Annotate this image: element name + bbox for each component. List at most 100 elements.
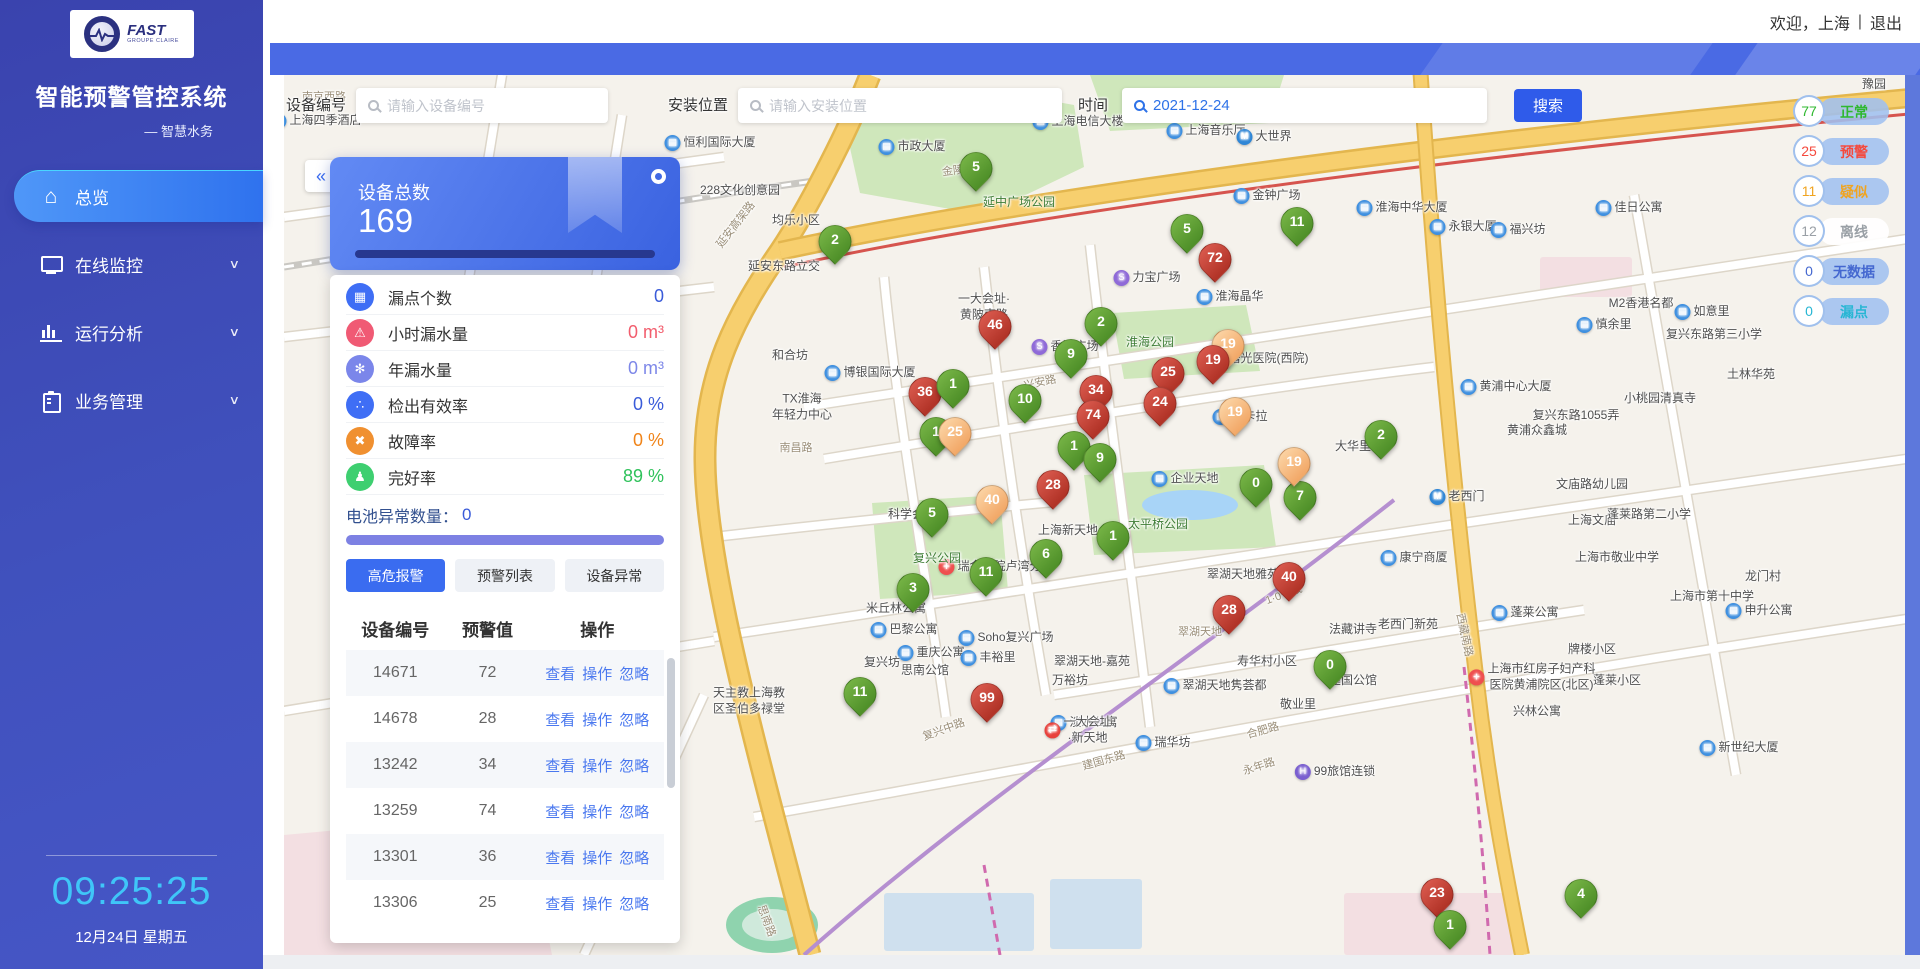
- logout-link[interactable]: 退出: [1870, 10, 1902, 34]
- action-link-忽略[interactable]: 忽略: [619, 709, 649, 730]
- map-marker-pin[interactable]: 24: [1144, 387, 1177, 420]
- map-marker-pin[interactable]: 99: [971, 683, 1004, 716]
- map-viewport[interactable]: 南京西路▤上海四季酒店▤恒利国际大厦▤市政大厦228文化创意园均乐小区延安东路立…: [284, 75, 1905, 955]
- action-link-操作[interactable]: 操作: [582, 847, 612, 868]
- action-link-操作[interactable]: 操作: [582, 709, 612, 730]
- tab-预警列表[interactable]: 预警列表: [455, 559, 554, 592]
- stat-row-漏点个数: ▦漏点个数0: [346, 279, 664, 315]
- map-marker-pin[interactable]: 2: [1085, 307, 1118, 340]
- map-marker-pin[interactable]: 74: [1077, 400, 1110, 433]
- label-text: 黄浦众鑫城: [1507, 423, 1567, 439]
- map-marker-pin[interactable]: 6: [1030, 539, 1063, 572]
- topbar: 欢迎，上海 | 退出: [263, 0, 1920, 43]
- action-link-忽略[interactable]: 忽略: [619, 847, 649, 868]
- map-marker-pin[interactable]: 1: [1434, 910, 1467, 943]
- map-marker-pin[interactable]: 23: [1421, 878, 1454, 911]
- map-marker-pin[interactable]: 2: [1365, 420, 1398, 453]
- date-input[interactable]: 2021-12-24: [1122, 88, 1487, 123]
- map-marker-pin[interactable]: 72: [1199, 243, 1232, 276]
- table-scrollbar[interactable]: [667, 658, 675, 788]
- action-link-忽略[interactable]: 忽略: [619, 801, 649, 822]
- legend-badge-无数据[interactable]: 无数据0: [1793, 255, 1889, 287]
- action-link-操作[interactable]: 操作: [582, 893, 612, 914]
- map-park-label: 复兴公园: [913, 551, 961, 567]
- action-link-操作[interactable]: 操作: [582, 801, 612, 822]
- legend-label[interactable]: 预警: [1819, 138, 1889, 165]
- sidebar-item-overview[interactable]: ⌂ 总览: [14, 170, 263, 222]
- label-text: 豫园: [1862, 77, 1886, 93]
- map-marker-pin[interactable]: 2: [819, 225, 852, 258]
- map-marker-pin[interactable]: 25: [939, 417, 972, 450]
- action-link-查看[interactable]: 查看: [545, 801, 575, 822]
- map-place-label: ▤金钟广场: [1233, 188, 1300, 204]
- action-link-查看[interactable]: 查看: [545, 847, 575, 868]
- legend-label[interactable]: 正常: [1819, 98, 1889, 125]
- map-marker-pin[interactable]: 19: [1197, 345, 1230, 378]
- map-marker-pin[interactable]: 9: [1084, 443, 1117, 476]
- map-marker-pin[interactable]: 25: [1152, 357, 1185, 390]
- legend-label[interactable]: 无数据: [1819, 258, 1889, 285]
- map-marker-pin[interactable]: 0: [1314, 650, 1347, 683]
- map-marker-pin[interactable]: 4: [1565, 879, 1598, 912]
- map-marker-pin[interactable]: 19: [1219, 397, 1252, 430]
- device-id-input[interactable]: 请输入设备编号: [356, 88, 608, 123]
- map-marker-pin[interactable]: 11: [844, 677, 877, 710]
- action-link-忽略[interactable]: 忽略: [619, 663, 649, 684]
- map-marker-pin[interactable]: 5: [960, 152, 993, 185]
- search-button[interactable]: 搜索: [1514, 89, 1582, 122]
- legend-badge-疑似[interactable]: 疑似11: [1793, 175, 1889, 207]
- legend-badge-预警[interactable]: 预警25: [1793, 135, 1889, 167]
- map-place-label: 翠湖天地雅苑: [1207, 567, 1279, 583]
- map-marker-pin[interactable]: 3: [897, 573, 930, 606]
- tab-设备异常[interactable]: 设备异常: [565, 559, 664, 592]
- pin-value: 0: [1314, 650, 1347, 677]
- sidebar-item-business-mgmt[interactable]: 业务管理 ∨: [0, 374, 263, 426]
- pin-value: 1: [1097, 521, 1130, 548]
- action-link-操作[interactable]: 操作: [582, 663, 612, 684]
- map-marker-pin[interactable]: 11: [970, 557, 1003, 590]
- map-marker-pin[interactable]: 1: [1097, 521, 1130, 554]
- label-text: 敬业里: [1280, 697, 1316, 713]
- legend-badge-漏点[interactable]: 漏点0: [1793, 295, 1889, 327]
- action-link-查看[interactable]: 查看: [545, 709, 575, 730]
- sidebar-item-run-analysis[interactable]: 运行分析 ∨: [0, 306, 263, 358]
- legend-label[interactable]: 离线: [1819, 218, 1889, 245]
- legend-count: 0: [1793, 295, 1825, 327]
- alarm-table: 设备编号 预警值 操作 1467172查看操作忽略1467828查看操作忽略13…: [346, 606, 664, 926]
- map-marker-pin[interactable]: 11: [1281, 207, 1314, 240]
- action-link-查看[interactable]: 查看: [545, 663, 575, 684]
- cell-actions: 查看操作忽略: [530, 663, 664, 684]
- map-marker-pin[interactable]: 40: [1273, 562, 1306, 595]
- action-link-操作[interactable]: 操作: [582, 755, 612, 776]
- map-park-label: 延中广场公园: [983, 195, 1055, 211]
- map-marker-pin[interactable]: 46: [979, 310, 1012, 343]
- map-marker-pin[interactable]: 7: [1284, 481, 1317, 514]
- legend-label[interactable]: 漏点: [1819, 298, 1889, 325]
- map-marker-pin[interactable]: 0: [1240, 468, 1273, 501]
- map-marker-pin[interactable]: 9: [1055, 339, 1088, 372]
- map-marker-pin[interactable]: 1: [937, 369, 970, 402]
- legend-badge-离线[interactable]: 离线12: [1793, 215, 1889, 247]
- map-marker-pin[interactable]: 19: [1278, 447, 1311, 480]
- action-link-查看[interactable]: 查看: [545, 893, 575, 914]
- legend-badge-正常[interactable]: 正常77: [1793, 95, 1889, 127]
- tab-高危报警[interactable]: 高危报警: [346, 559, 445, 592]
- action-link-查看[interactable]: 查看: [545, 755, 575, 776]
- map-place-label: 小桃园清真寺: [1624, 391, 1696, 407]
- action-link-忽略[interactable]: 忽略: [619, 755, 649, 776]
- table-header: 设备编号 预警值 操作: [346, 606, 664, 650]
- pin-value: 28: [1037, 470, 1070, 497]
- label-text: 黄浦中心大厦: [1479, 379, 1551, 395]
- location-input[interactable]: 请输入安装位置: [738, 88, 1062, 123]
- map-marker-pin[interactable]: 40: [976, 485, 1009, 518]
- sidebar-item-online-monitor[interactable]: 在线监控 ∨: [0, 238, 263, 290]
- building-poi-icon: ▤: [1576, 317, 1592, 333]
- ring-icon: [651, 169, 666, 184]
- map-marker-pin[interactable]: 10: [1009, 384, 1042, 417]
- action-link-忽略[interactable]: 忽略: [619, 893, 649, 914]
- map-marker-pin[interactable]: 28: [1213, 595, 1246, 628]
- map-marker-pin[interactable]: 5: [916, 498, 949, 531]
- legend-label[interactable]: 疑似: [1819, 178, 1889, 205]
- map-marker-pin[interactable]: 28: [1037, 470, 1070, 503]
- search-icon: [750, 100, 761, 111]
